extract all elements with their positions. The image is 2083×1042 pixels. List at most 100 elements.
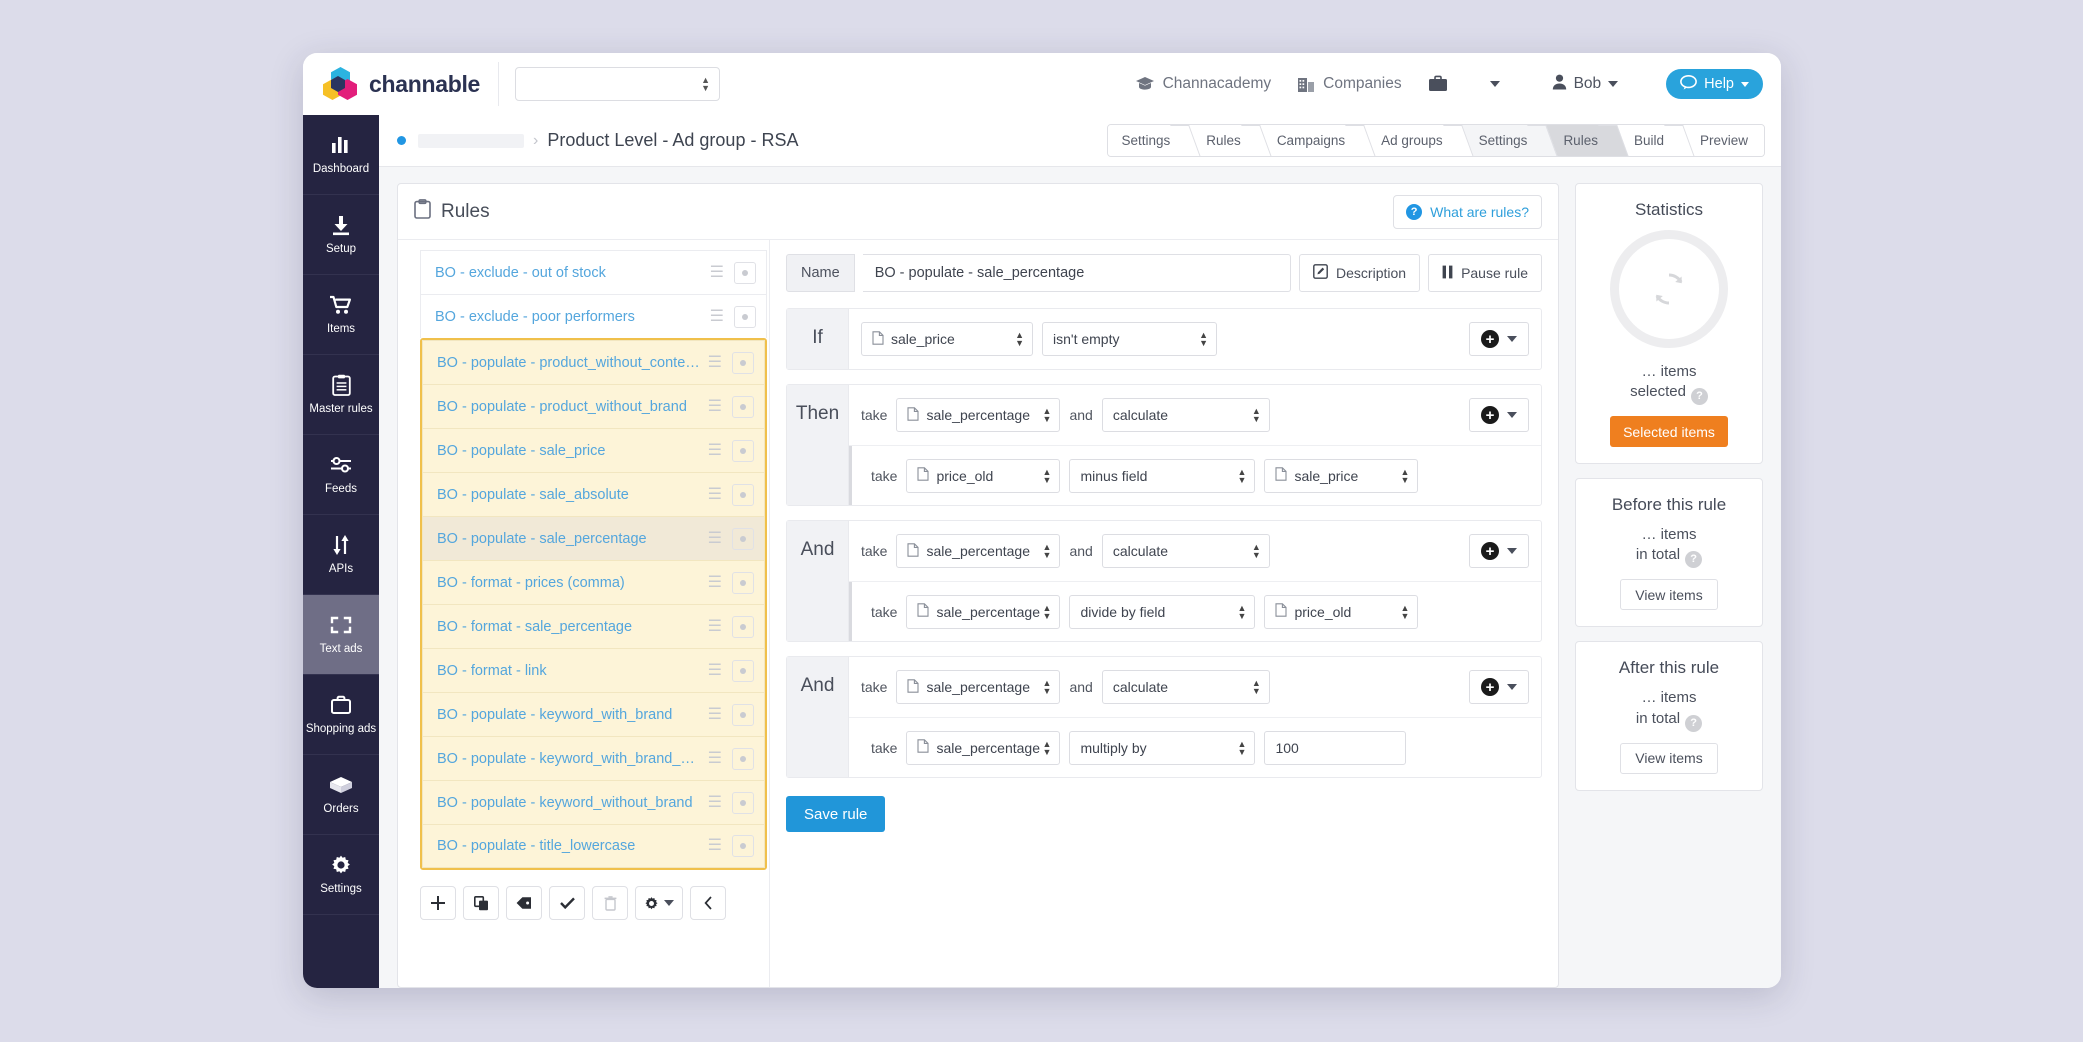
nav-briefcase[interactable]: [1428, 75, 1456, 93]
sidebar-item-items[interactable]: Items: [303, 275, 379, 355]
drag-handle-icon[interactable]: ☰: [708, 838, 722, 854]
nav-companies[interactable]: Companies: [1297, 75, 1401, 93]
brand[interactable]: channable: [323, 67, 480, 101]
rule-toggle-button[interactable]: [732, 792, 754, 814]
list-item[interactable]: BO - populate - keyword_without_brand ☰: [422, 780, 765, 824]
drag-handle-icon[interactable]: ☰: [708, 663, 722, 679]
if-operator-select[interactable]: isn't empty ▲▼: [1042, 322, 1217, 356]
list-item[interactable]: BO - populate - sale_price ☰: [422, 428, 765, 472]
then-operation-select[interactable]: calculate ▲▼: [1102, 398, 1270, 432]
rule-toggle-button[interactable]: [732, 352, 754, 374]
description-button[interactable]: Description: [1299, 254, 1420, 292]
and1-sub-value-select[interactable]: price_old ▲▼: [1264, 595, 1418, 629]
list-item[interactable]: BO - format - link ☰: [422, 648, 765, 692]
confirm-button[interactable]: [549, 886, 585, 920]
rule-toggle-button[interactable]: [732, 396, 754, 418]
list-item[interactable]: BO - populate - sale_absolute ☰: [422, 472, 765, 516]
rule-toggle-button[interactable]: [732, 484, 754, 506]
add-action-button[interactable]: +: [1469, 398, 1529, 432]
step-campaigns[interactable]: Campaigns: [1257, 125, 1361, 156]
and1-sub-field-select[interactable]: sale_percentage ▲▼: [906, 595, 1060, 629]
rule-name-input[interactable]: [863, 254, 1291, 292]
list-item[interactable]: BO - populate - product_without_brand ☰: [422, 384, 765, 428]
rule-toggle-button[interactable]: [732, 572, 754, 594]
list-item[interactable]: BO - format - prices (comma) ☰: [422, 560, 765, 604]
question-mark-icon[interactable]: ?: [1685, 551, 1702, 568]
drag-handle-icon[interactable]: ☰: [708, 751, 722, 767]
and1-operation-select[interactable]: calculate ▲▼: [1102, 534, 1270, 568]
delete-rule-button[interactable]: [592, 886, 628, 920]
then-sub-operator-select[interactable]: minus field ▲▼: [1069, 459, 1255, 493]
rule-toggle-button[interactable]: [734, 306, 756, 328]
question-mark-icon[interactable]: ?: [1691, 388, 1708, 405]
list-item-selected[interactable]: BO - populate - sale_percentage ☰: [422, 516, 765, 560]
drag-handle-icon[interactable]: ☰: [708, 399, 722, 415]
rules-settings-button[interactable]: [635, 886, 683, 920]
sidebar-item-text-ads[interactable]: Text ads: [303, 595, 379, 675]
sidebar-item-shopping-ads[interactable]: Shopping ads: [303, 675, 379, 755]
list-item[interactable]: BO - populate - title_lowercase ☰: [422, 824, 765, 868]
drag-handle-icon[interactable]: ☰: [708, 531, 722, 547]
then-sub-value-select[interactable]: sale_price ▲▼: [1264, 459, 1418, 493]
list-item[interactable]: BO - exclude - out of stock ☰: [420, 250, 767, 294]
rule-toggle-button[interactable]: [732, 528, 754, 550]
rule-toggle-button[interactable]: [732, 748, 754, 770]
list-item[interactable]: BO - populate - product_without_contents…: [422, 340, 765, 384]
save-rule-button[interactable]: Save rule: [786, 796, 885, 832]
add-condition-button[interactable]: +: [1469, 322, 1529, 356]
user-menu[interactable]: Bob: [1552, 74, 1619, 95]
collapse-panel-button[interactable]: [690, 886, 726, 920]
copy-rule-button[interactable]: [463, 886, 499, 920]
after-view-items-button[interactable]: View items: [1620, 743, 1717, 774]
sidebar-item-settings[interactable]: Settings: [303, 835, 379, 915]
list-item[interactable]: BO - populate - keyword_with_brand_con… …: [422, 736, 765, 780]
drag-handle-icon[interactable]: ☰: [708, 443, 722, 459]
if-field-select[interactable]: sale_price ▲▼: [861, 322, 1033, 356]
and2-sub-operator-select[interactable]: multiply by ▲▼: [1069, 731, 1255, 765]
sidebar-item-feeds[interactable]: Feeds: [303, 435, 379, 515]
drag-handle-icon[interactable]: ☰: [708, 795, 722, 811]
tag-rule-button[interactable]: [506, 886, 542, 920]
and2-sub-field-select[interactable]: sale_percentage ▲▼: [906, 731, 1060, 765]
rule-toggle-button[interactable]: [732, 835, 754, 857]
what-are-rules-button[interactable]: ? What are rules?: [1393, 195, 1542, 229]
then-target-field-select[interactable]: sale_percentage ▲▼: [896, 398, 1060, 432]
help-button[interactable]: Help: [1666, 69, 1763, 99]
rule-toggle-button[interactable]: [732, 440, 754, 462]
drag-handle-icon[interactable]: ☰: [708, 575, 722, 591]
rule-toggle-button[interactable]: [732, 616, 754, 638]
then-sub-field-select[interactable]: price_old ▲▼: [906, 459, 1060, 493]
add-action-button[interactable]: +: [1469, 534, 1529, 568]
rule-toggle-button[interactable]: [734, 262, 756, 284]
before-view-items-button[interactable]: View items: [1620, 579, 1717, 610]
drag-handle-icon[interactable]: ☰: [710, 309, 724, 325]
pause-rule-button[interactable]: Pause rule: [1428, 254, 1542, 292]
sidebar-item-dashboard[interactable]: Dashboard: [303, 115, 379, 195]
sidebar-item-setup[interactable]: Setup: [303, 195, 379, 275]
drag-handle-icon[interactable]: ☰: [710, 265, 724, 281]
account-select[interactable]: ▲▼: [515, 67, 720, 101]
sidebar-item-orders[interactable]: Orders: [303, 755, 379, 835]
selected-items-button[interactable]: Selected items: [1610, 416, 1728, 447]
add-rule-button[interactable]: [420, 886, 456, 920]
add-action-button[interactable]: +: [1469, 670, 1529, 704]
list-item[interactable]: BO - format - sale_percentage ☰: [422, 604, 765, 648]
and1-target-field-select[interactable]: sale_percentage ▲▼: [896, 534, 1060, 568]
drag-handle-icon[interactable]: ☰: [708, 619, 722, 635]
nav-channacademy[interactable]: Channacademy: [1135, 75, 1272, 93]
drag-handle-icon[interactable]: ☰: [708, 487, 722, 503]
and2-target-field-select[interactable]: sale_percentage ▲▼: [896, 670, 1060, 704]
step-settings-1[interactable]: Settings: [1108, 125, 1187, 156]
sidebar-item-apis[interactable]: APIs: [303, 515, 379, 595]
list-item[interactable]: BO - exclude - poor performers ☰: [420, 294, 767, 338]
step-ad-groups[interactable]: Ad groups: [1361, 125, 1459, 156]
chevron-down-icon[interactable]: [1490, 81, 1500, 87]
rule-toggle-button[interactable]: [732, 704, 754, 726]
list-item[interactable]: BO - populate - keyword_with_brand ☰: [422, 692, 765, 736]
rule-toggle-button[interactable]: [732, 660, 754, 682]
and1-sub-operator-select[interactable]: divide by field ▲▼: [1069, 595, 1255, 629]
and2-sub-value-input[interactable]: 100: [1264, 731, 1406, 765]
sidebar-item-master-rules[interactable]: Master rules: [303, 355, 379, 435]
drag-handle-icon[interactable]: ☰: [708, 355, 722, 371]
and2-operation-select[interactable]: calculate ▲▼: [1102, 670, 1270, 704]
